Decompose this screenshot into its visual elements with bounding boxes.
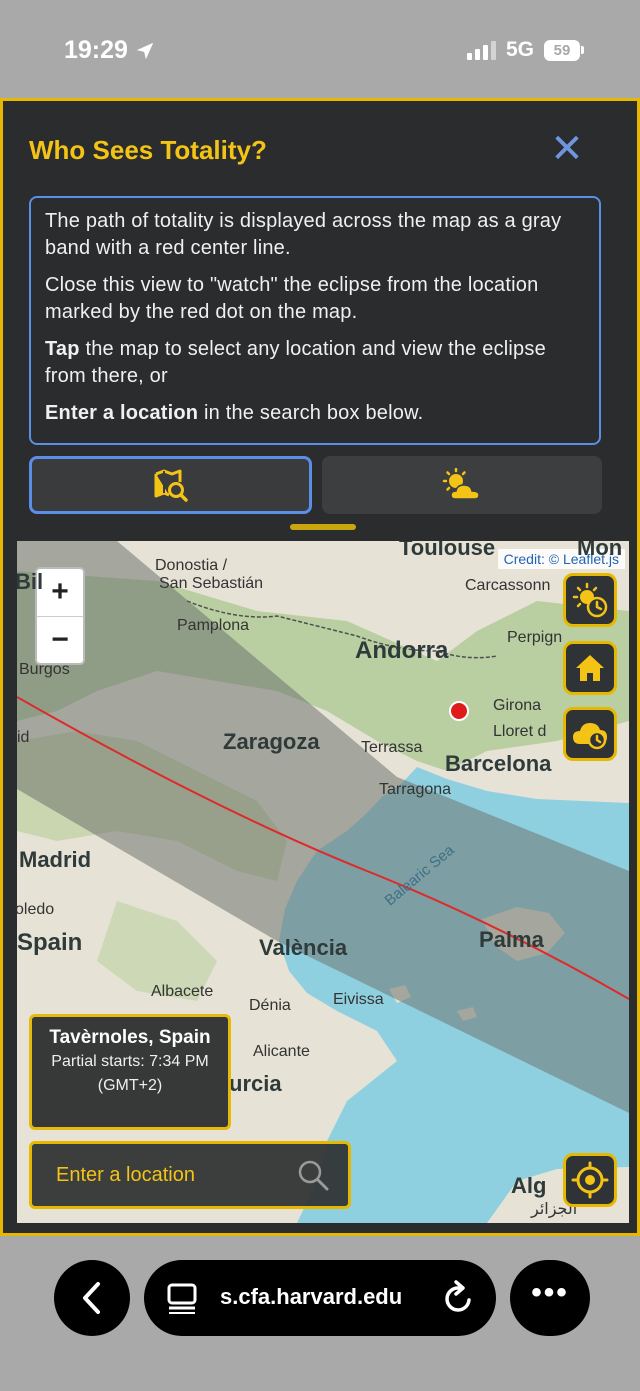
map-view[interactable]: Credit: © Leaflet.js + − Toulouse Mon Do…: [17, 541, 629, 1223]
search-input[interactable]: [32, 1144, 282, 1206]
status-time: 19:29: [64, 36, 156, 65]
map-label: Palma: [479, 927, 544, 952]
battery-level: 59: [544, 39, 580, 61]
info-tap-text: the map to select any location and view …: [45, 338, 546, 387]
map-label: Alg: [511, 1173, 547, 1198]
close-button[interactable]: ✕: [549, 129, 585, 169]
info-enter-bold: Enter a location: [45, 402, 199, 424]
selected-location-card: Tavèrnoles, Spain Partial starts: 7:34 P…: [29, 1014, 231, 1130]
info-paragraph-3: Tap the map to select any location and v…: [45, 336, 585, 390]
map-label: Pamplona: [177, 617, 250, 634]
map-label: Andorra: [355, 637, 449, 664]
zoom-in-button[interactable]: +: [37, 569, 83, 616]
locate-icon: [571, 1161, 609, 1199]
map-label: Girona: [493, 697, 542, 714]
home-icon: [576, 655, 604, 681]
map-label: Spain: [17, 929, 83, 956]
search-icon[interactable]: [296, 1158, 330, 1192]
home-button[interactable]: [563, 641, 617, 695]
tab-overview-icon: [167, 1283, 197, 1314]
info-enter-text: in the search box below.: [198, 402, 424, 424]
map-label: Burgos: [19, 661, 70, 678]
more-button[interactable]: •••: [510, 1260, 590, 1336]
status-time-text: 19:29: [64, 36, 128, 64]
eclipse-time-button[interactable]: [563, 573, 617, 627]
map-search-icon: [154, 469, 188, 502]
status-bar: 19:29 5G 59: [0, 0, 640, 100]
eclipse-time-icon: [572, 582, 608, 618]
locate-button[interactable]: [563, 1153, 617, 1207]
view-tabs: [29, 456, 603, 514]
map-label: Barcelona: [445, 751, 552, 776]
map-label: Donostia /: [155, 557, 228, 574]
info-paragraph-2: Close this view to "watch" the eclipse f…: [45, 274, 539, 323]
reload-icon[interactable]: [442, 1280, 476, 1316]
map-label: oledo: [17, 901, 55, 918]
map-label: Tarragona: [379, 781, 452, 798]
tab-map-search[interactable]: [29, 456, 312, 514]
who-sees-totality-panel: Who Sees Totality? ✕ The path of totalit…: [0, 98, 640, 1236]
battery-icon: 59: [544, 39, 584, 61]
map-label: Eivissa: [333, 991, 384, 1008]
network-label: 5G: [505, 38, 534, 61]
map-label: Albacete: [151, 983, 214, 1000]
sun-cloud-icon: [442, 468, 480, 500]
location-arrow-icon: [136, 42, 154, 59]
browser-toolbar: s.cfa.harvard.edu •••: [0, 1236, 640, 1391]
info-tap-bold: Tap: [45, 338, 80, 360]
partial-start-time: Partial starts: 7:34 PM (GMT+2): [51, 1053, 209, 1094]
map-label: Perpign: [507, 629, 563, 646]
location-search: [29, 1141, 351, 1209]
panel-title: Who Sees Totality?: [29, 135, 267, 165]
status-right: 5G 59: [466, 38, 584, 62]
map-label: Toulouse: [399, 541, 496, 560]
location-name: Tavèrnoles, Spain: [49, 1027, 211, 1048]
signal-icon: [466, 40, 496, 60]
map-label: Terrassa: [361, 739, 423, 756]
drag-handle[interactable]: [290, 524, 356, 530]
tab-weather[interactable]: [322, 456, 602, 514]
map-label: Zaragoza: [223, 729, 320, 754]
weather-clock-button[interactable]: [563, 707, 617, 761]
map-label: Madrid: [19, 847, 92, 872]
map-label: San Sebastián: [159, 575, 264, 592]
map-label: València: [259, 935, 348, 960]
map-label: Alicante: [253, 1043, 310, 1060]
map-label: Bil: [17, 569, 44, 594]
map-label: Mon: [577, 541, 623, 560]
info-box: The path of totality is displayed across…: [29, 196, 601, 445]
map-label: Carcassonn: [465, 577, 551, 594]
map-label: id: [17, 729, 30, 746]
url-text: s.cfa.harvard.edu: [220, 1284, 403, 1309]
map-label: Dénia: [249, 997, 291, 1014]
map-label: Lloret d: [493, 723, 547, 740]
info-paragraph-1: The path of totality is displayed across…: [45, 210, 562, 259]
back-button[interactable]: [54, 1260, 130, 1336]
chevron-left-icon: [83, 1282, 100, 1314]
info-paragraph-4: Enter a location in the search box below…: [45, 400, 585, 427]
map-label: urcia: [229, 1071, 282, 1096]
address-bar[interactable]: s.cfa.harvard.edu: [144, 1260, 496, 1336]
cloud-clock-icon: [573, 723, 607, 750]
zoom-out-button[interactable]: −: [37, 616, 83, 663]
